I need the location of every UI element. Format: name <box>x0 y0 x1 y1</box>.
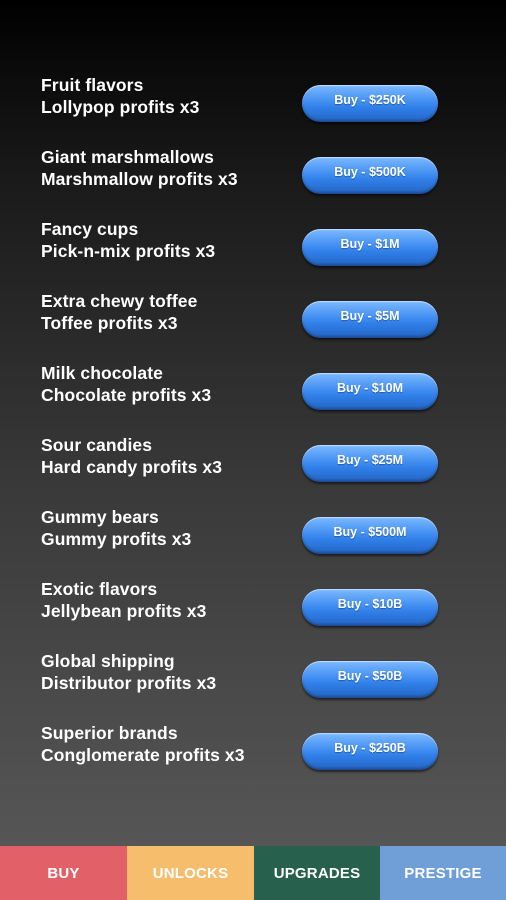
tab-prestige[interactable]: PRESTIGE <box>380 846 506 900</box>
buy-upgrade-button[interactable]: Buy - $25M <box>302 445 438 482</box>
upgrade-row-fancy-cups: Fancy cups Pick-n-mix profits x3 Buy - $… <box>0 214 506 286</box>
buy-upgrade-button[interactable]: Buy - $250K <box>302 85 438 122</box>
buy-upgrade-button[interactable]: Buy - $10B <box>302 589 438 626</box>
upgrade-text: Global shipping Distributor profits x3 <box>41 650 216 694</box>
upgrade-name: Superior brands <box>41 723 178 743</box>
buy-upgrade-button[interactable]: Buy - $250B <box>302 733 438 770</box>
upgrade-text: Sour candies Hard candy profits x3 <box>41 434 222 478</box>
upgrade-row-superior-brands: Superior brands Conglomerate profits x3 … <box>0 718 506 790</box>
upgrade-row-fruit-flavors: Fruit flavors Lollypop profits x3 Buy - … <box>0 70 506 142</box>
buy-upgrade-button[interactable]: Buy - $5M <box>302 301 438 338</box>
buy-upgrade-button[interactable]: Buy - $50B <box>302 661 438 698</box>
tab-buy[interactable]: BUY <box>0 846 127 900</box>
upgrade-effect: Marshmallow profits x3 <box>41 169 238 189</box>
upgrade-effect: Hard candy profits x3 <box>41 457 223 477</box>
upgrade-effect: Toffee profits x3 <box>41 313 178 333</box>
upgrade-row-milk-chocolate: Milk chocolate Chocolate profits x3 Buy … <box>0 358 506 430</box>
buy-upgrade-button[interactable]: Buy - $500M <box>302 517 438 554</box>
upgrade-row-giant-marshmallows: Giant marshmallows Marshmallow profits x… <box>0 142 506 214</box>
upgrade-name: Global shipping <box>41 651 175 671</box>
upgrade-effect: Pick-n-mix profits x3 <box>41 241 216 261</box>
upgrade-effect: Jellybean profits x3 <box>41 601 207 621</box>
upgrade-text: Giant marshmallows Marshmallow profits x… <box>41 146 238 190</box>
upgrade-name: Milk chocolate <box>41 363 163 383</box>
upgrade-effect: Gummy profits x3 <box>41 529 192 549</box>
upgrade-effect: Distributor profits x3 <box>41 673 217 693</box>
upgrade-text: Milk chocolate Chocolate profits x3 <box>41 362 211 406</box>
upgrade-text: Fruit flavors Lollypop profits x3 <box>41 74 199 118</box>
upgrade-text: Extra chewy toffee Toffee profits x3 <box>41 290 197 334</box>
buy-upgrade-button[interactable]: Buy - $500K <box>302 157 438 194</box>
upgrade-name: Exotic flavors <box>41 579 158 599</box>
upgrade-text: Exotic flavors Jellybean profits x3 <box>41 578 206 622</box>
upgrade-name: Fruit flavors <box>41 75 144 95</box>
upgrade-row-gummy-bears: Gummy bears Gummy profits x3 Buy - $500M <box>0 502 506 574</box>
upgrade-name: Sour candies <box>41 435 153 455</box>
tab-unlocks[interactable]: UNLOCKS <box>127 846 254 900</box>
upgrade-text: Gummy bears Gummy profits x3 <box>41 506 191 550</box>
buy-upgrade-button[interactable]: Buy - $1M <box>302 229 438 266</box>
upgrade-name: Fancy cups <box>41 219 139 239</box>
upgrade-name: Giant marshmallows <box>41 147 214 167</box>
upgrade-effect: Conglomerate profits x3 <box>41 745 245 765</box>
upgrade-effect: Chocolate profits x3 <box>41 385 212 405</box>
bottom-tab-bar: BUY UNLOCKS UPGRADES PRESTIGE <box>0 846 506 900</box>
upgrade-effect: Lollypop profits x3 <box>41 97 200 117</box>
upgrade-name: Gummy bears <box>41 507 159 527</box>
upgrade-text: Fancy cups Pick-n-mix profits x3 <box>41 218 215 262</box>
buy-upgrade-button[interactable]: Buy - $10M <box>302 373 438 410</box>
upgrade-row-exotic-flavors: Exotic flavors Jellybean profits x3 Buy … <box>0 574 506 646</box>
upgrade-text: Superior brands Conglomerate profits x3 <box>41 722 245 766</box>
upgrade-name: Extra chewy toffee <box>41 291 198 311</box>
upgrade-list: Fruit flavors Lollypop profits x3 Buy - … <box>0 70 506 790</box>
upgrade-row-sour-candies: Sour candies Hard candy profits x3 Buy -… <box>0 430 506 502</box>
tab-upgrades[interactable]: UPGRADES <box>254 846 380 900</box>
upgrade-row-global-shipping: Global shipping Distributor profits x3 B… <box>0 646 506 718</box>
upgrade-row-extra-chewy-toffee: Extra chewy toffee Toffee profits x3 Buy… <box>0 286 506 358</box>
